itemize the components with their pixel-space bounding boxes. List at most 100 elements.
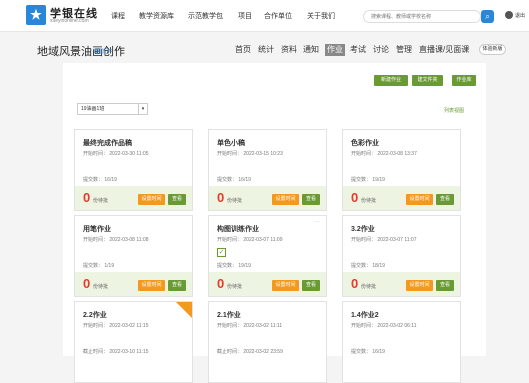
homework-bank-button[interactable]: 作业库 bbox=[452, 75, 476, 86]
course-portal-link[interactable]: 课程门户 bbox=[93, 48, 113, 55]
nav-item-demo-packs[interactable]: 示范教学包 bbox=[188, 11, 223, 21]
homework-card[interactable]: 用笔作业开始时间： 2022-03-08 11:08 提交数： 1/19 0 份待批 设… bbox=[74, 215, 193, 297]
pending-label: 份待批 bbox=[93, 284, 109, 290]
set-time-button[interactable]: 设置时间 bbox=[406, 194, 433, 205]
homework-card[interactable]: 1.4作业2 开始时间： 2022-03-02 06:11 提交数： 16/19 bbox=[342, 301, 461, 383]
card-start-time: 开始时间： 2022-03-08 11:08 bbox=[83, 237, 149, 243]
view-button[interactable]: 查看 bbox=[302, 194, 320, 205]
pending-count: 0 bbox=[217, 190, 225, 205]
tab-stats[interactable]: 统计 bbox=[258, 44, 274, 56]
pending-count: 0 bbox=[351, 190, 359, 205]
pending-count: 0 bbox=[83, 276, 91, 291]
card-footer: 0 份待批 设置时间 查看 bbox=[343, 272, 460, 296]
logo-subtitle: xueyinonline.com bbox=[50, 18, 89, 24]
pending-count: 0 bbox=[83, 190, 91, 205]
experience-new-button[interactable]: 体验新版 bbox=[479, 44, 506, 55]
view-button[interactable]: 查看 bbox=[168, 194, 186, 205]
homework-card[interactable]: 最终完成作品稿开始时间： 2022-03-30 11:05 提交数： 16/19 0… bbox=[74, 129, 193, 211]
homework-card[interactable]: 2.2作业开始时间： 2022-03-02 11:15 截止时间： 2022-03… bbox=[74, 301, 193, 383]
card-submit-count: 提交数： 1/19 bbox=[83, 263, 115, 269]
card-footer: 0 份待批 设置时间 查看 bbox=[75, 186, 192, 210]
card-start-time: 开始时间： 2022-03-15 10:23 bbox=[217, 151, 283, 157]
card-submit-count: 截止时间： 2022-03-10 11:15 bbox=[83, 349, 149, 355]
card-title[interactable]: 单色小稿 bbox=[217, 138, 245, 148]
corner-ribbon bbox=[176, 302, 192, 318]
set-time-button[interactable]: 设置时间 bbox=[272, 194, 299, 205]
tab-live[interactable]: 直播课/见面课 bbox=[419, 44, 469, 56]
logout-link[interactable]: 退出 bbox=[515, 12, 525, 19]
pending-label: 份待批 bbox=[227, 284, 243, 290]
card-footer: 0 份待批 设置时间 查看 bbox=[209, 186, 326, 210]
homework-card[interactable]: 色彩作业开始时间： 2022-03-08 13:37 提交数： 19/19 0 份待批… bbox=[342, 129, 461, 211]
pending-label: 份待批 bbox=[227, 198, 243, 204]
card-title[interactable]: 构图训练作业 bbox=[217, 224, 259, 234]
tab-exams[interactable]: 考试 bbox=[350, 44, 366, 56]
card-title[interactable]: 色彩作业 bbox=[351, 138, 379, 148]
card-submit-count: 提交数： 16/19 bbox=[217, 177, 251, 183]
class-select[interactable]: 19油画1班 ▾ bbox=[77, 103, 148, 115]
new-folder-button[interactable]: 建文件夹 bbox=[412, 75, 443, 86]
homework-card[interactable]: 单色小稿开始时间： 2022-03-15 10:23 提交数： 16/19 0 份待批… bbox=[208, 129, 327, 211]
card-footer: 0 份待批 设置时间 查看 bbox=[75, 272, 192, 296]
card-title[interactable]: 最终完成作品稿 bbox=[83, 138, 132, 148]
view-button[interactable]: 查看 bbox=[436, 194, 454, 205]
view-button[interactable]: 查看 bbox=[302, 280, 320, 291]
tab-materials[interactable]: 资料 bbox=[281, 44, 297, 56]
list-view-link[interactable]: 列表视图 bbox=[444, 107, 464, 114]
tab-home[interactable]: 首页 bbox=[235, 44, 251, 56]
set-time-button[interactable]: 设置时间 bbox=[272, 280, 299, 291]
tab-notices[interactable]: 通知 bbox=[303, 44, 319, 56]
card-title[interactable]: 1.4作业2 bbox=[351, 310, 379, 320]
card-start-time: 开始时间： 2022-03-07 11:09 bbox=[217, 237, 283, 243]
card-submit-count: 提交数： 19/19 bbox=[217, 263, 251, 269]
card-title[interactable]: 3.2作业 bbox=[351, 224, 375, 234]
card-title[interactable]: 2.2作业 bbox=[83, 310, 107, 320]
card-footer: 0 份待批 设置时间 查看 bbox=[343, 186, 460, 210]
tab-homework[interactable]: 作业 bbox=[325, 44, 345, 56]
card-title[interactable]: 用笔作业 bbox=[83, 224, 111, 234]
card-start-time: 开始时间： 2022-03-02 11:15 bbox=[83, 323, 149, 329]
nav-item-resources[interactable]: 教学资源库 bbox=[139, 11, 174, 21]
card-submit-count: 提交数： 18/19 bbox=[351, 263, 385, 269]
pending-count: 0 bbox=[351, 276, 359, 291]
homework-card[interactable]: ··· 构图训练作业开始时间： 2022-03-07 11:09 ✓ 提交数： 19/… bbox=[208, 215, 327, 297]
tab-manage[interactable]: 管理 bbox=[396, 44, 412, 56]
avatar[interactable] bbox=[505, 11, 513, 19]
top-navbar: ★ 学银在线 xueyinonline.com 课程 教学资源库 示范教学包 项… bbox=[0, 0, 529, 32]
new-homework-button[interactable]: 新建作业 bbox=[374, 75, 408, 86]
view-button[interactable]: 查看 bbox=[168, 280, 186, 291]
search-icon[interactable]: ⌕ bbox=[481, 10, 494, 23]
nav-item-projects[interactable]: 项目 bbox=[238, 11, 252, 21]
search-input[interactable] bbox=[363, 10, 481, 23]
view-button[interactable]: 查看 bbox=[436, 280, 454, 291]
homework-card[interactable]: 3.2作业开始时间： 2022-03-07 11:07 提交数： 18/19 0 份待… bbox=[342, 215, 461, 297]
pending-label: 份待批 bbox=[361, 284, 377, 290]
homework-panel: 新建作业 建文件夹 作业库 19油画1班 ▾ 列表视图 最终完成作品稿开始时间：… bbox=[63, 63, 486, 383]
card-start-time: 开始时间： 2022-03-08 13:37 bbox=[351, 151, 417, 157]
nav-item-courses[interactable]: 课程 bbox=[111, 11, 125, 21]
pending-label: 份待批 bbox=[361, 198, 377, 204]
card-submit-count: 提交数： 19/19 bbox=[351, 177, 385, 183]
card-footer: 0 份待批 设置时间 查看 bbox=[209, 272, 326, 296]
logo-icon: ★ bbox=[26, 5, 46, 25]
homework-card[interactable]: 2.1作业开始时间： 2022-03-02 11:11 截止时间： 2022-03… bbox=[208, 301, 327, 383]
set-time-button[interactable]: 设置时间 bbox=[138, 280, 165, 291]
pending-count: 0 bbox=[217, 276, 225, 291]
chevron-down-icon: ▾ bbox=[138, 104, 147, 114]
card-start-time: 开始时间： 2022-03-02 11:11 bbox=[217, 323, 283, 329]
pending-label: 份待批 bbox=[93, 198, 109, 204]
class-select-value: 19油画1班 bbox=[81, 106, 105, 112]
card-submit-count: 提交数： 16/19 bbox=[83, 177, 117, 183]
set-time-button[interactable]: 设置时间 bbox=[138, 194, 165, 205]
check-icon: ✓ bbox=[217, 248, 226, 257]
nav-item-about[interactable]: 关于我们 bbox=[307, 11, 335, 21]
card-start-time: 开始时间： 2022-03-30 11:05 bbox=[83, 151, 149, 157]
card-start-time: 开始时间： 2022-03-07 11:07 bbox=[351, 237, 417, 243]
card-title[interactable]: 2.1作业 bbox=[217, 310, 241, 320]
set-time-button[interactable]: 设置时间 bbox=[406, 280, 433, 291]
more-icon[interactable]: ··· bbox=[314, 219, 320, 225]
nav-item-partners[interactable]: 合作单位 bbox=[264, 11, 292, 21]
card-submit-count: 提交数： 16/19 bbox=[351, 349, 385, 355]
card-submit-count: 截止时间： 2022-03-02 23:59 bbox=[217, 349, 283, 355]
tab-discussion[interactable]: 讨论 bbox=[373, 44, 389, 56]
